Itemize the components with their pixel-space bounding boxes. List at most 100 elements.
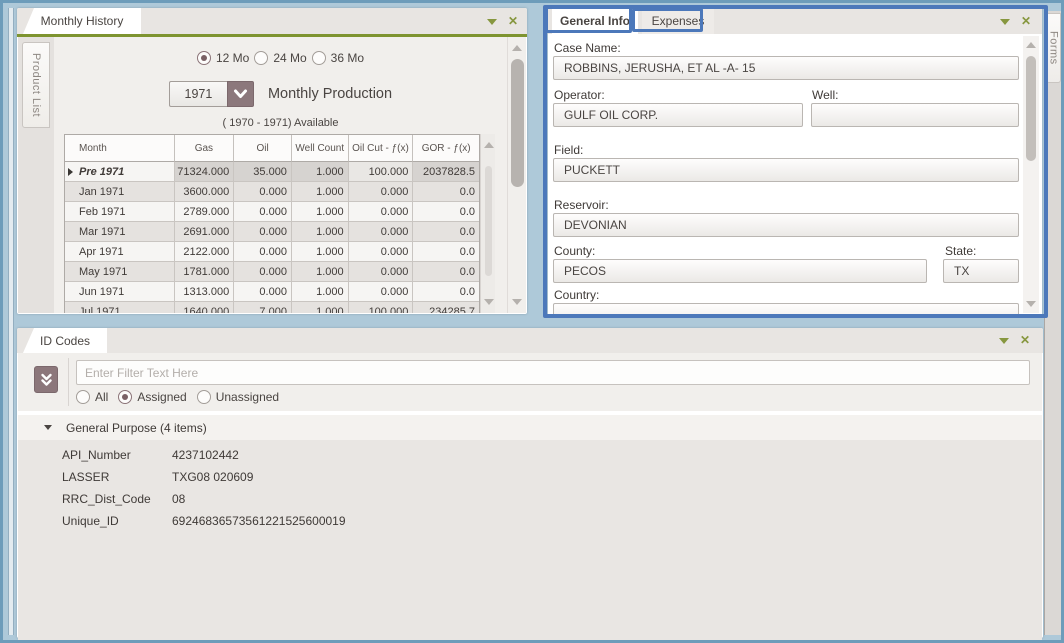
panel-menu-caret-icon[interactable]: [999, 338, 1009, 344]
scroll-up-icon[interactable]: [512, 45, 522, 51]
cell[interactable]: 1.000: [292, 282, 349, 302]
cell[interactable]: 0.000: [234, 222, 292, 242]
list-item[interactable]: API_Number4237102442: [18, 444, 1042, 466]
year-dropdown-button[interactable]: [227, 81, 254, 107]
filter-radio-unassigned[interactable]: Unassigned: [197, 390, 279, 404]
cell[interactable]: 0.000: [349, 242, 414, 262]
cell[interactable]: Apr 1971: [65, 242, 175, 262]
reservoir-field[interactable]: DEVONIAN: [553, 213, 1019, 237]
cell[interactable]: 3600.000: [175, 182, 235, 202]
list-item[interactable]: Unique_ID69246836573561221525600019: [18, 510, 1042, 532]
group-header[interactable]: General Purpose (4 items): [18, 415, 1042, 440]
period-radio-12-mo[interactable]: 12 Mo: [197, 51, 249, 65]
cell[interactable]: 1.000: [292, 242, 349, 262]
table-row[interactable]: Mar 19712691.0000.0001.0000.0000.0: [65, 222, 479, 242]
filter-radio-assigned[interactable]: Assigned: [118, 390, 186, 404]
cell[interactable]: 1.000: [292, 162, 349, 182]
cell[interactable]: Jun 1971: [65, 282, 175, 302]
panel-close-icon[interactable]: ✕: [1020, 332, 1030, 348]
cell[interactable]: 0.0: [413, 182, 479, 202]
cell[interactable]: 0.000: [349, 222, 414, 242]
case-name-field[interactable]: ROBBINS, JERUSHA, ET AL -A- 15: [553, 56, 1019, 80]
tab-product-list[interactable]: Product List: [22, 42, 50, 128]
radio-icon[interactable]: [76, 390, 90, 404]
cell[interactable]: 0.0: [413, 282, 479, 302]
tab-forms[interactable]: Forms: [1046, 13, 1061, 83]
cell[interactable]: 1781.000: [175, 262, 235, 282]
scrollbar-thumb[interactable]: [1026, 56, 1036, 161]
list-item[interactable]: LASSERTXG08 020609: [18, 466, 1042, 488]
cell[interactable]: 0.000: [234, 282, 292, 302]
cell[interactable]: 7.000: [234, 302, 292, 313]
scrollbar-thumb[interactable]: [511, 59, 524, 187]
column-header[interactable]: Oil: [234, 135, 292, 162]
cell[interactable]: 0.000: [234, 242, 292, 262]
panel-close-icon[interactable]: ✕: [508, 13, 518, 29]
scroll-up-icon[interactable]: [484, 142, 494, 148]
cell[interactable]: 0.0: [413, 222, 479, 242]
radio-selected-icon[interactable]: [118, 390, 132, 404]
radio-icon[interactable]: [254, 51, 268, 65]
panel-scrollbar[interactable]: [1023, 36, 1039, 313]
filter-radio-all[interactable]: All: [76, 390, 108, 404]
filter-input[interactable]: [76, 360, 1030, 385]
cell[interactable]: 0.000: [234, 202, 292, 222]
column-header[interactable]: GOR - ƒ(x): [413, 135, 479, 162]
cell[interactable]: 1.000: [292, 262, 349, 282]
cell[interactable]: 0.0: [413, 202, 479, 222]
cell[interactable]: Mar 1971: [65, 222, 175, 242]
field-field[interactable]: PUCKETT: [553, 158, 1019, 182]
table-row[interactable]: Feb 19712789.0000.0001.0000.0000.0: [65, 202, 479, 222]
panel-menu-caret-icon[interactable]: [487, 19, 497, 25]
list-item[interactable]: RRC_Dist_Code08: [18, 488, 1042, 510]
cell[interactable]: 1.000: [292, 222, 349, 242]
cell[interactable]: 234285.7: [413, 302, 479, 313]
column-header[interactable]: Gas: [175, 135, 235, 162]
cell[interactable]: 0.000: [349, 202, 414, 222]
county-field[interactable]: PECOS: [553, 259, 927, 283]
year-select[interactable]: 1971: [169, 81, 227, 107]
cell[interactable]: 2037828.5: [413, 162, 479, 182]
period-radio-36-mo[interactable]: 36 Mo: [312, 51, 364, 65]
cell[interactable]: 0.000: [234, 182, 292, 202]
radio-icon[interactable]: [197, 390, 211, 404]
cell[interactable]: 71324.000: [175, 162, 235, 182]
period-radio-24-mo[interactable]: 24 Mo: [254, 51, 306, 65]
cell[interactable]: May 1971: [65, 262, 175, 282]
operator-field[interactable]: GULF OIL CORP.: [553, 103, 803, 127]
panel-close-icon[interactable]: ✕: [1021, 13, 1031, 29]
cell[interactable]: 35.000: [234, 162, 292, 182]
cell[interactable]: 2691.000: [175, 222, 235, 242]
cell[interactable]: 100.000: [349, 302, 414, 313]
scroll-down-icon[interactable]: [484, 299, 494, 305]
scroll-down-icon[interactable]: [1026, 301, 1036, 307]
cell[interactable]: Feb 1971: [65, 202, 175, 222]
scroll-up-icon[interactable]: [1026, 42, 1036, 48]
tab-general-info[interactable]: General Info: [552, 8, 638, 34]
table-row[interactable]: Jul 19711640.0007.0001.000100.000234285.…: [65, 302, 479, 313]
tab-monthly-history[interactable]: Monthly History: [23, 8, 141, 34]
left-splitter[interactable]: [8, 8, 14, 635]
collapse-caret-icon[interactable]: [44, 425, 52, 430]
radio-selected-icon[interactable]: [197, 51, 211, 65]
state-field[interactable]: TX: [943, 259, 1019, 283]
country-field[interactable]: [553, 303, 1019, 315]
cell[interactable]: 0.0: [413, 242, 479, 262]
cell[interactable]: Jan 1971: [65, 182, 175, 202]
cell[interactable]: 1.000: [292, 302, 349, 313]
table-row[interactable]: Apr 19712122.0000.0001.0000.0000.0: [65, 242, 479, 262]
cell[interactable]: 1.000: [292, 182, 349, 202]
cell[interactable]: 1.000: [292, 202, 349, 222]
cell[interactable]: 0.0: [413, 262, 479, 282]
cell[interactable]: 0.000: [234, 262, 292, 282]
column-header[interactable]: Well Count: [292, 135, 349, 162]
table-scrollbar[interactable]: [480, 134, 495, 313]
radio-icon[interactable]: [312, 51, 326, 65]
expand-all-button[interactable]: [34, 366, 58, 393]
cell[interactable]: 2789.000: [175, 202, 235, 222]
column-header[interactable]: Month: [65, 135, 175, 162]
cell[interactable]: 0.000: [349, 262, 414, 282]
cell[interactable]: 1640.000: [175, 302, 235, 313]
panel-menu-caret-icon[interactable]: [1000, 19, 1010, 25]
scroll-down-icon[interactable]: [512, 299, 522, 305]
